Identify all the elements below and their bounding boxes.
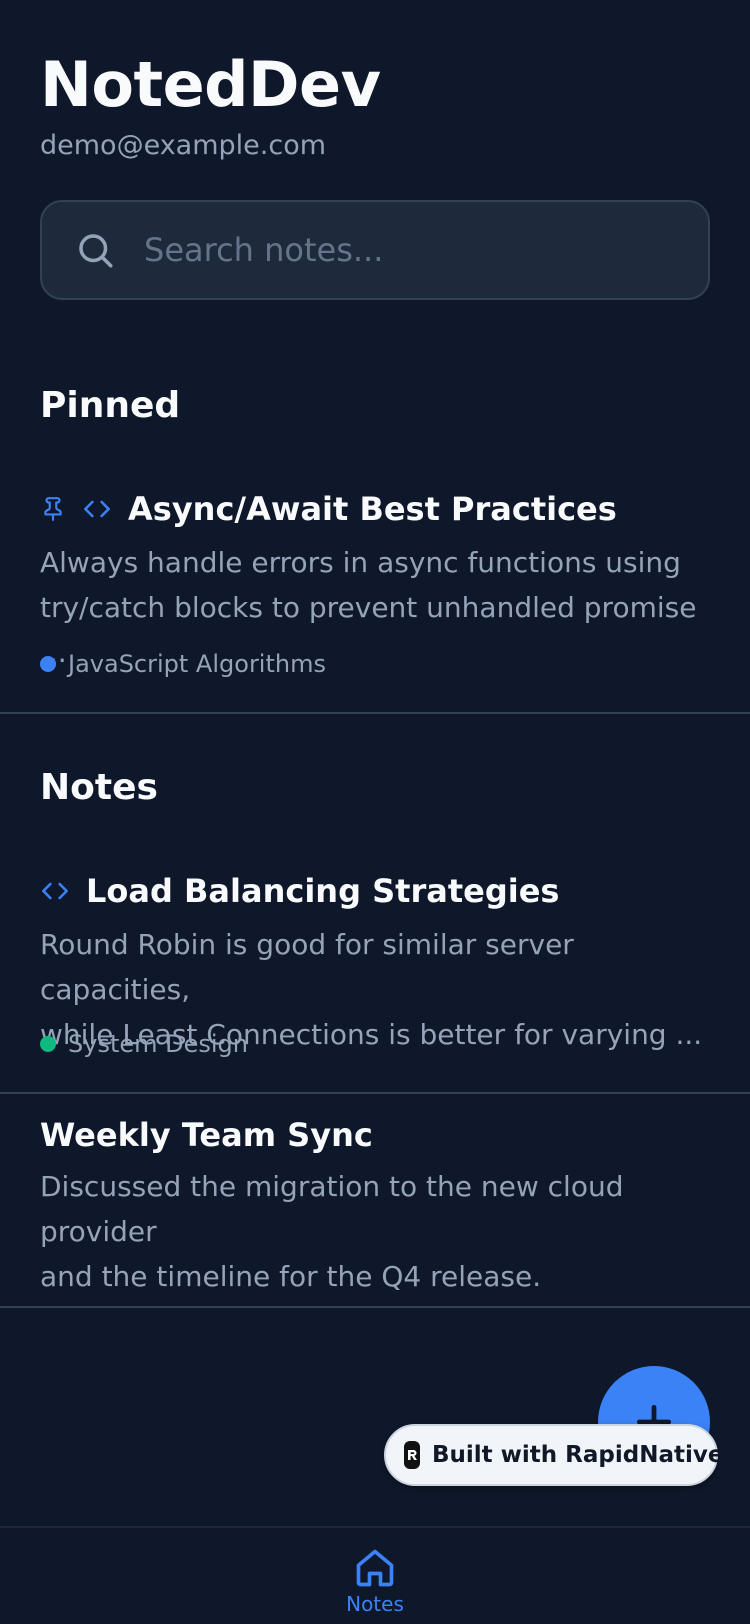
code-icon bbox=[40, 877, 70, 905]
header: NotedDev demo@example.com bbox=[40, 48, 381, 164]
tag-dot bbox=[40, 1036, 56, 1052]
tab-notes[interactable]: Notes bbox=[340, 1546, 410, 1616]
search-placeholder: Search notes... bbox=[144, 231, 384, 269]
tag-label: JavaScript Algorithms bbox=[68, 650, 326, 678]
note-preview-line: Always handle errors in async functions … bbox=[40, 546, 681, 579]
note-title: Weekly Team Sync bbox=[40, 1116, 373, 1154]
note-title: Load Balancing Strategies bbox=[86, 872, 560, 910]
note-item[interactable]: Load Balancing Strategies Round Robin is… bbox=[0, 852, 750, 1094]
note-tag: System Design bbox=[40, 1030, 248, 1058]
tag-dot bbox=[40, 656, 56, 672]
note-preview-line: and the timeline for the Q4 release. bbox=[40, 1260, 542, 1293]
search-input[interactable]: Search notes... bbox=[40, 200, 710, 300]
search-icon bbox=[74, 229, 116, 271]
note-item[interactable]: Weekly Team Sync Discussed the migration… bbox=[0, 1094, 750, 1308]
app-title: NotedDev bbox=[40, 48, 381, 121]
note-title-row: Weekly Team Sync bbox=[40, 1116, 373, 1154]
pin-icon bbox=[40, 495, 66, 523]
note-tag: JavaScript Algorithms bbox=[40, 650, 326, 678]
note-title-row: Load Balancing Strategies bbox=[40, 872, 559, 910]
tag-label: System Design bbox=[68, 1030, 248, 1058]
note-preview: Discussed the migration to the new cloud… bbox=[40, 1164, 710, 1299]
note-title-row: Async/Await Best Practices bbox=[40, 490, 617, 528]
rapidnative-logo-icon bbox=[404, 1441, 420, 1469]
section-title-pinned: Pinned bbox=[40, 385, 181, 426]
code-icon bbox=[82, 495, 112, 523]
home-icon bbox=[353, 1546, 397, 1590]
badge-text: Built with RapidNative bbox=[432, 1442, 724, 1468]
built-with-badge[interactable]: Built with RapidNative bbox=[384, 1424, 723, 1486]
note-item[interactable]: Async/Await Best Practices Always handle… bbox=[0, 470, 750, 714]
tab-label: Notes bbox=[346, 1592, 404, 1616]
tab-bar: Notes bbox=[0, 1526, 750, 1624]
note-title: Async/Await Best Practices bbox=[128, 490, 617, 528]
note-preview-line: Round Robin is good for similar server c… bbox=[40, 928, 574, 1006]
note-preview-line: Discussed the migration to the new cloud… bbox=[40, 1170, 624, 1248]
user-email: demo@example.com bbox=[40, 130, 327, 161]
section-title-notes: Notes bbox=[40, 767, 158, 808]
